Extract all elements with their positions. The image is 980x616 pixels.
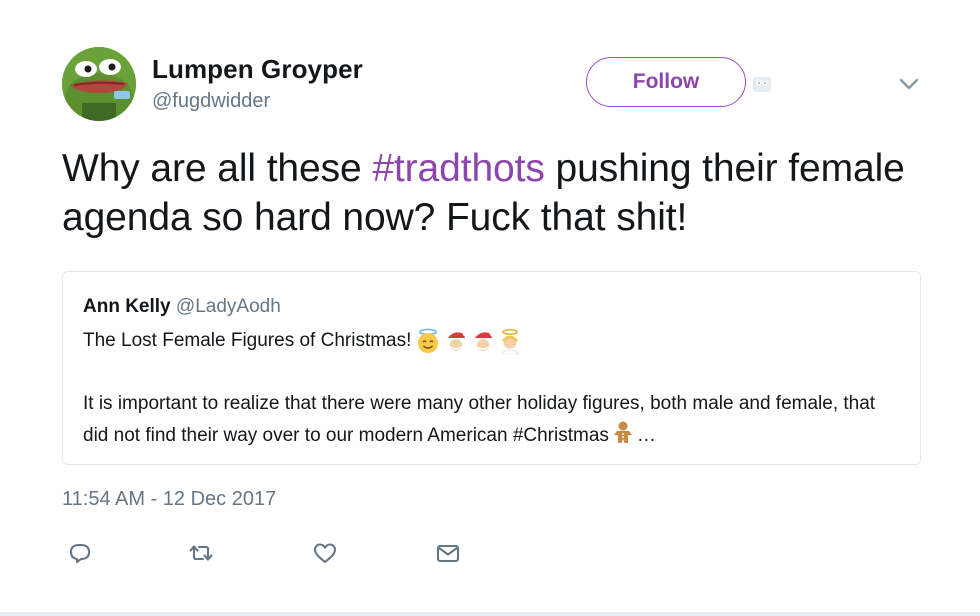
- reply-button[interactable]: [66, 539, 94, 567]
- author-display-name[interactable]: Lumpen Groyper: [152, 54, 363, 85]
- smiling-face-with-halo-emoji: [418, 328, 439, 353]
- follow-button[interactable]: Follow: [586, 57, 746, 107]
- quoted-headline: The Lost Female Figures of Christmas!: [83, 328, 522, 354]
- direct-message-icon: [436, 544, 460, 563]
- tweet-text: Why are all these #tradthots pushing the…: [62, 144, 942, 242]
- quoted-tweet[interactable]: Ann Kelly @LadyAodh The Lost Female Figu…: [62, 271, 921, 465]
- retweet-button[interactable]: [187, 539, 215, 567]
- owl-badge-icon: [753, 77, 771, 92]
- avatar[interactable]: [62, 47, 136, 121]
- tweet-card: Lumpen Groyper @fugdwidder Follow Why ar…: [0, 0, 980, 616]
- quoted-author-name: Ann Kelly: [83, 296, 171, 317]
- quoted-body-text: It is important to realize that there we…: [83, 393, 876, 446]
- angel-emoji: [500, 328, 521, 354]
- quoted-author-handle: @LadyAodh: [175, 296, 281, 317]
- hashtag-link[interactable]: #tradthots: [372, 147, 545, 190]
- santa-claus-emoji: [474, 331, 495, 351]
- gingerbread-emoji: [613, 421, 632, 443]
- tweet-text-before: Why are all these: [62, 147, 373, 190]
- like-button[interactable]: [311, 539, 339, 567]
- card-bottom-border: [0, 612, 980, 616]
- tweet-timestamp[interactable]: 11:54 AM - 12 Dec 2017: [62, 488, 276, 511]
- like-icon: [313, 543, 337, 564]
- santa-claus-emoji: [447, 331, 468, 351]
- quoted-headline-text: The Lost Female Figures of Christmas!: [83, 330, 412, 352]
- frog-avatar-icon: [62, 47, 136, 121]
- direct-message-button[interactable]: [434, 539, 462, 567]
- chevron-down-icon[interactable]: [898, 76, 920, 92]
- author-handle[interactable]: @fugdwidder: [152, 90, 270, 113]
- reply-icon: [69, 543, 91, 564]
- quoted-ellipsis: …: [636, 425, 656, 446]
- retweet-icon: [189, 545, 213, 561]
- quoted-body: It is important to realize that there we…: [83, 388, 903, 452]
- quoted-author: Ann Kelly @LadyAodh: [83, 296, 281, 318]
